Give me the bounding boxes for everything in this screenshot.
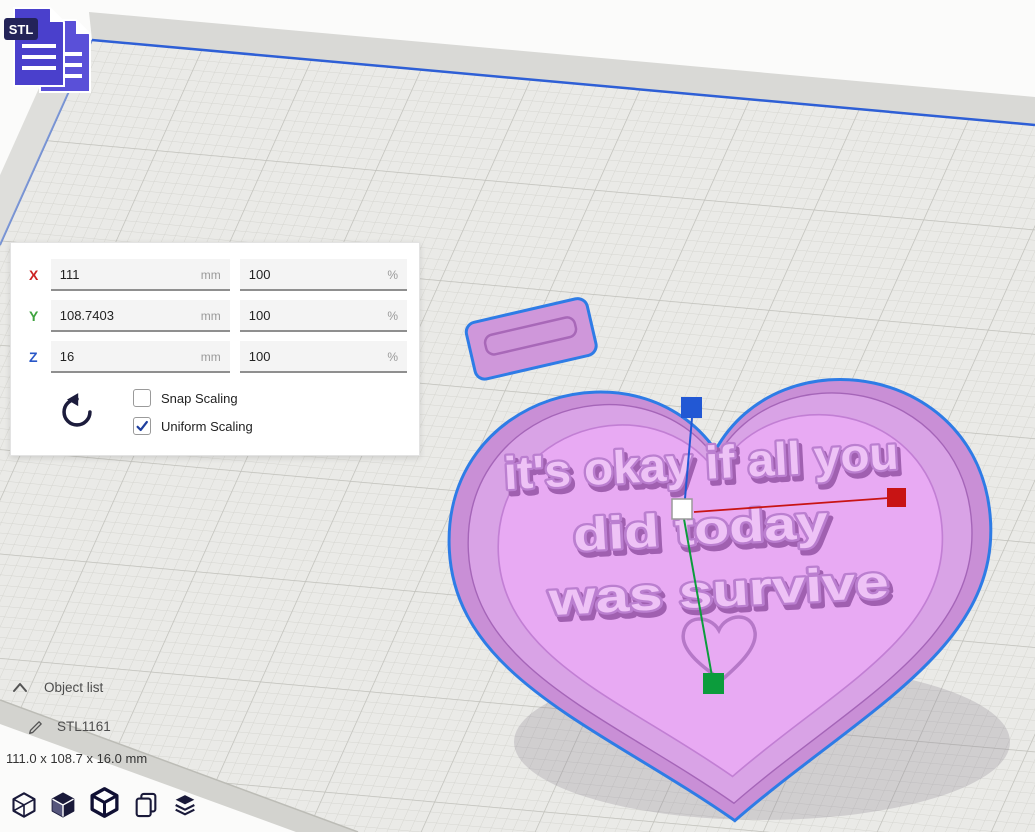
scale-z-mm-input[interactable] xyxy=(51,341,230,373)
uniform-scaling-label: Uniform Scaling xyxy=(161,419,253,434)
model-dimensions-label: 111.0 x 108.7 x 16.0 mm xyxy=(6,751,147,766)
scale-y-mm-input[interactable] xyxy=(51,300,230,332)
uniform-scaling-checkbox[interactable]: Uniform Scaling xyxy=(133,417,253,435)
scale-x-percent-input[interactable] xyxy=(240,259,407,291)
object-list-item[interactable]: STL1161 xyxy=(28,718,111,735)
view-mode-toolbar xyxy=(10,786,199,824)
shaded-cube-icon[interactable] xyxy=(49,791,77,824)
snap-scaling-checkbox[interactable]: Snap Scaling xyxy=(133,389,253,407)
svg-text:STL: STL xyxy=(9,22,34,37)
stl-file-icon[interactable]: STL xyxy=(4,2,104,102)
snap-scaling-label: Snap Scaling xyxy=(161,391,238,406)
uniform-scaling-checkbox-box[interactable] xyxy=(133,417,151,435)
reset-rotate-icon xyxy=(57,392,97,432)
scale-z-percent-input[interactable] xyxy=(240,341,407,373)
slicer-window: it's okay if all you did today was survi… xyxy=(0,0,1035,832)
scale-handle-x[interactable] xyxy=(887,488,906,507)
object-item-name: STL1161 xyxy=(57,719,111,734)
scale-row-y: Y mm % xyxy=(23,300,407,332)
stl-badge: STL xyxy=(4,18,38,40)
wireframe-cube-icon[interactable] xyxy=(10,791,38,824)
scale-tool-panel: X mm % Y mm % Z mm xyxy=(10,242,420,456)
copy-pages-icon[interactable] xyxy=(132,791,160,824)
solid-cube-icon[interactable] xyxy=(88,786,121,824)
object-list-header[interactable]: Object list xyxy=(12,680,103,695)
checkmark-icon xyxy=(135,419,149,433)
axis-y-label: Y xyxy=(29,308,45,324)
scale-handle-center[interactable] xyxy=(672,499,692,519)
reset-scale-button[interactable] xyxy=(57,392,97,432)
edit-pencil-icon xyxy=(28,718,45,735)
stacked-layers-icon[interactable] xyxy=(171,791,199,824)
scale-handle-z[interactable] xyxy=(681,397,702,418)
axis-z-label: Z xyxy=(29,349,45,365)
scale-row-x: X mm % xyxy=(23,259,407,291)
chevron-up-icon xyxy=(12,682,28,693)
object-list-title: Object list xyxy=(44,680,103,695)
axis-x-label: X xyxy=(29,267,45,283)
scale-x-mm-input[interactable] xyxy=(51,259,230,291)
snap-scaling-checkbox-box[interactable] xyxy=(133,389,151,407)
scale-y-percent-input[interactable] xyxy=(240,300,407,332)
scale-handle-y[interactable] xyxy=(703,673,724,694)
scale-row-z: Z mm % xyxy=(23,341,407,373)
